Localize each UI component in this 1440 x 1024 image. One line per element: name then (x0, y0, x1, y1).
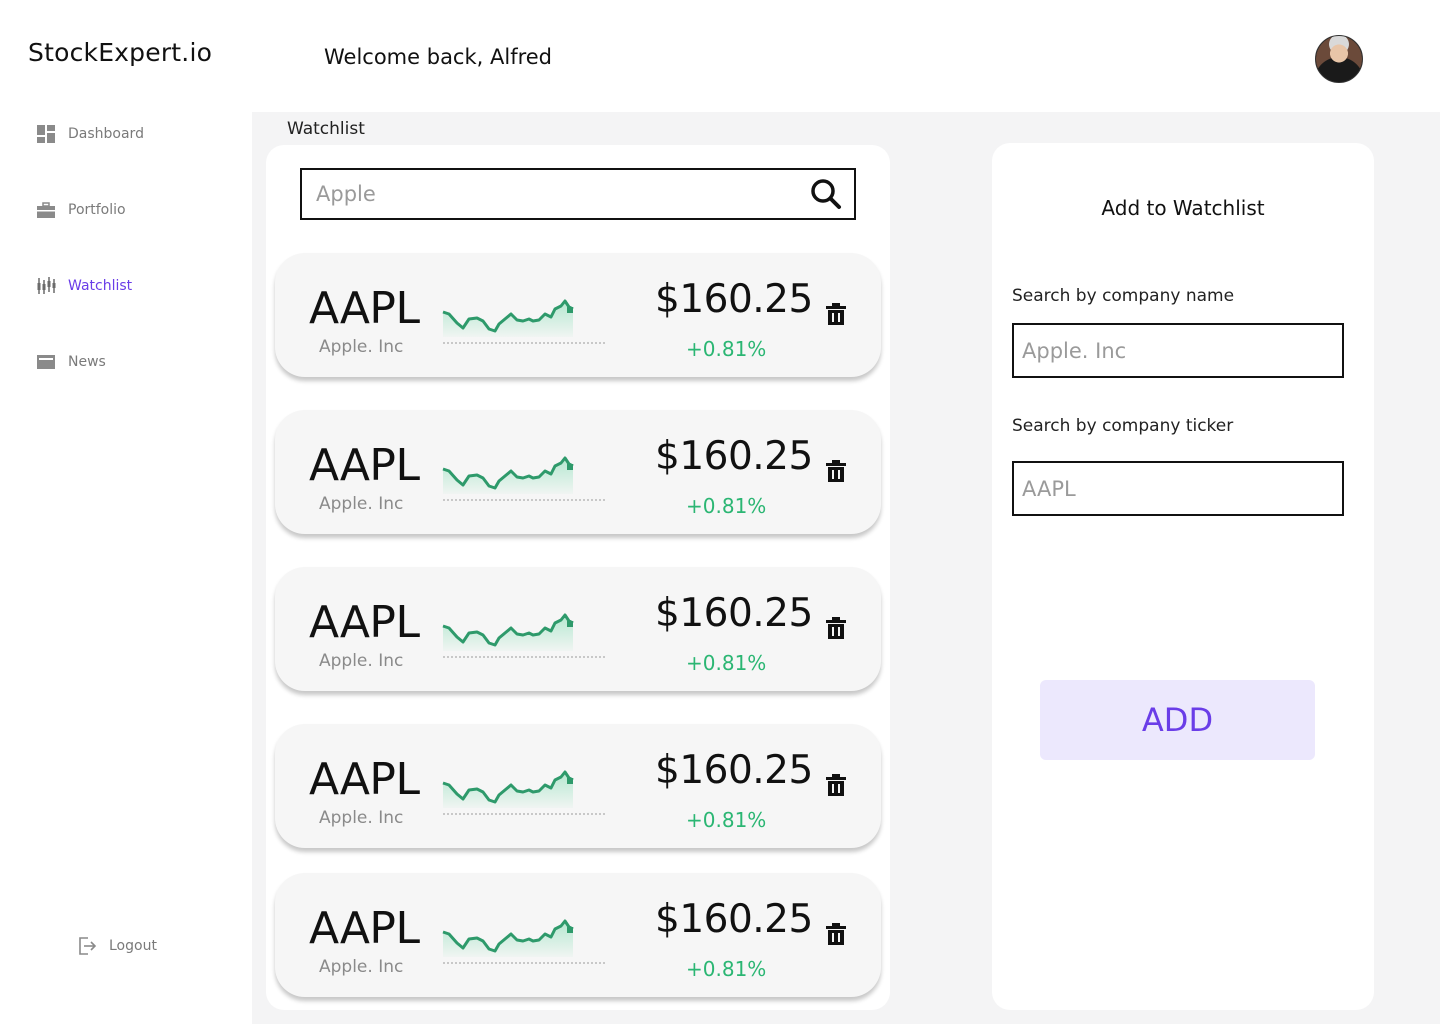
candlestick-icon (37, 277, 56, 294)
price-change: +0.81% (686, 494, 767, 518)
sparkline-chart (442, 613, 607, 658)
company-name: Apple. Inc (319, 494, 404, 514)
stock-ticker: AAPL (309, 903, 420, 954)
sidebar-item-watchlist[interactable]: Watchlist (36, 276, 132, 296)
stock-card[interactable]: AAPL Apple. Inc $160.25 +0.81% (275, 873, 881, 997)
stock-price: $160.25 (655, 277, 813, 322)
stock-card[interactable]: AAPL Apple. Inc $160.25 +0.81% (275, 724, 881, 848)
sidebar-item-portfolio[interactable]: Portfolio (36, 200, 126, 220)
sidebar-item-dashboard[interactable]: Dashboard (36, 124, 144, 144)
stock-card[interactable]: AAPL Apple. Inc $160.25 +0.81% (275, 567, 881, 691)
price-change: +0.81% (686, 337, 767, 361)
trash-icon[interactable] (826, 617, 846, 639)
stock-ticker: AAPL (309, 597, 420, 648)
add-panel-title: Add to Watchlist (1101, 196, 1265, 220)
stock-card[interactable]: AAPL Apple. Inc $160.25 +0.81% (275, 253, 881, 377)
company-name: Apple. Inc (319, 651, 404, 671)
company-name: Apple. Inc (319, 337, 404, 357)
company-ticker-label: Search by company ticker (1012, 416, 1234, 436)
sidebar-item-label: Dashboard (68, 126, 144, 142)
price-change: +0.81% (686, 808, 767, 832)
sparkline-chart (442, 299, 607, 344)
search-icon (811, 179, 841, 209)
stock-ticker: AAPL (309, 754, 420, 805)
page-title: Watchlist (287, 119, 365, 139)
search-input[interactable] (302, 170, 798, 218)
sparkline-chart (442, 919, 607, 964)
trash-icon[interactable] (826, 923, 846, 945)
sidebar-item-label: Watchlist (68, 278, 133, 294)
company-name: Apple. Inc (319, 808, 404, 828)
stock-ticker: AAPL (309, 283, 420, 334)
welcome-message: Welcome back, Alfred (324, 45, 553, 69)
sidebar-item-label: Portfolio (68, 202, 126, 218)
trash-icon[interactable] (826, 303, 846, 325)
avatar[interactable] (1315, 35, 1363, 83)
logout-icon (79, 937, 97, 955)
watchlist-search (300, 168, 856, 220)
app-logo[interactable]: StockExpert.io (28, 38, 212, 67)
stock-ticker: AAPL (309, 440, 420, 491)
add-button[interactable]: ADD (1040, 680, 1315, 760)
sidebar-item-label: News (68, 354, 106, 370)
company-name: Apple. Inc (319, 957, 404, 977)
stock-price: $160.25 (655, 748, 813, 793)
trash-icon[interactable] (826, 774, 846, 796)
logout-button[interactable]: Logout (77, 936, 157, 956)
logout-label: Logout (109, 938, 157, 954)
company-name-label: Search by company name (1012, 286, 1235, 306)
stock-price: $160.25 (655, 434, 813, 479)
stock-card[interactable]: AAPL Apple. Inc $160.25 +0.81% (275, 410, 881, 534)
price-change: +0.81% (686, 957, 767, 981)
dashboard-icon (37, 125, 55, 143)
stock-price: $160.25 (655, 591, 813, 636)
trash-icon[interactable] (826, 460, 846, 482)
newspaper-icon (37, 355, 55, 369)
sparkline-chart (442, 770, 607, 815)
sparkline-chart (442, 456, 607, 501)
sidebar-item-news[interactable]: News (36, 352, 106, 372)
briefcase-icon (37, 202, 55, 218)
price-change: +0.81% (686, 651, 767, 675)
stock-price: $160.25 (655, 897, 813, 942)
company-name-input[interactable] (1012, 323, 1344, 378)
search-button[interactable] (798, 170, 854, 218)
add-watchlist-panel (992, 143, 1374, 1010)
company-ticker-input[interactable] (1012, 461, 1344, 516)
